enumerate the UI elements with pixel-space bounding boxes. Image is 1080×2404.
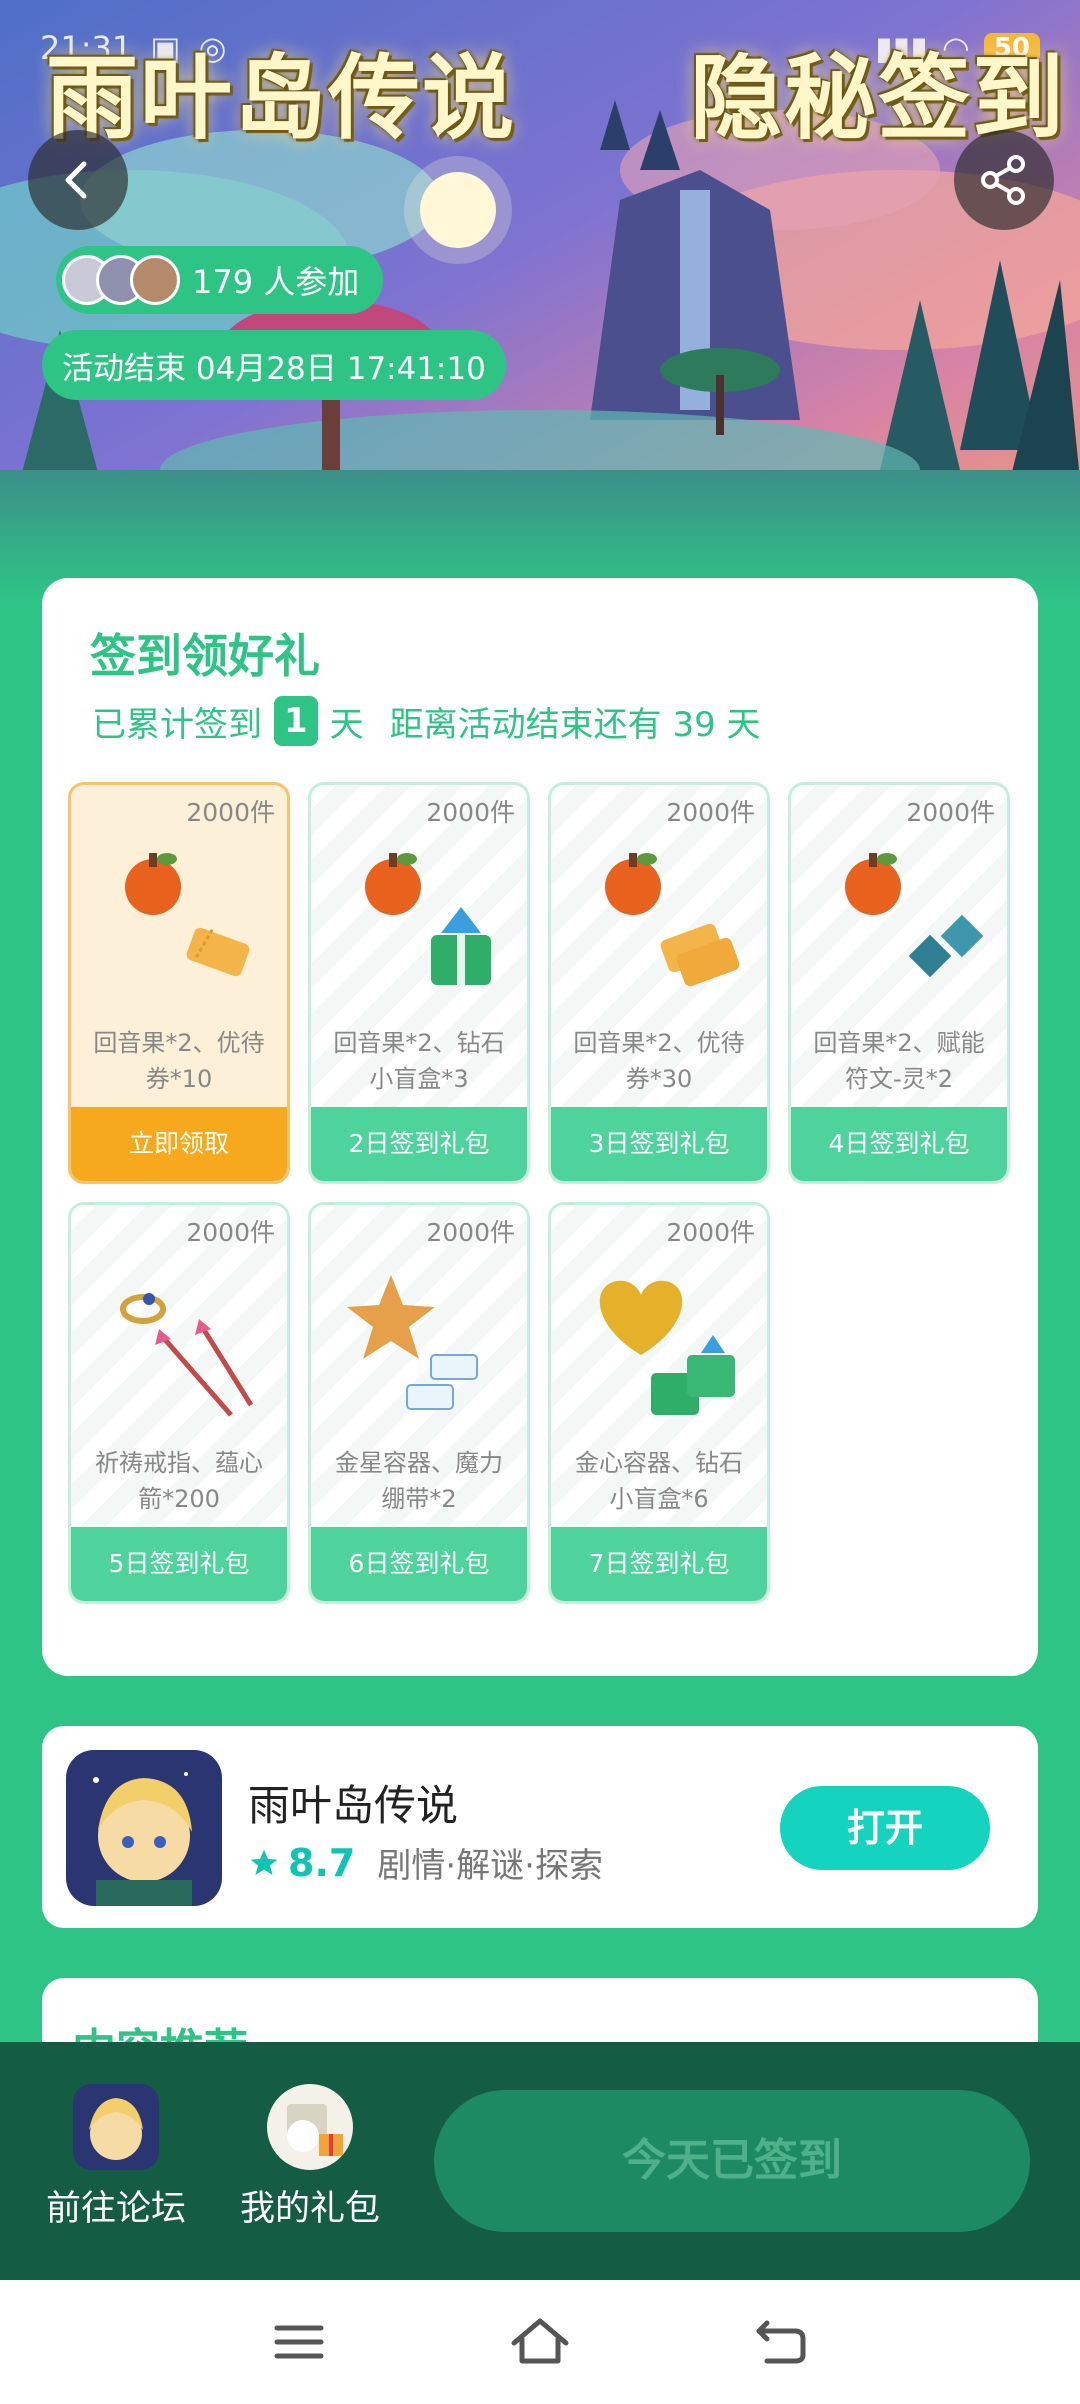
- share-button[interactable]: [954, 130, 1054, 230]
- sign-in-card: 签到领好礼 已累计签到 1 天 距离活动结束还有 39 天 2000件 回音果*…: [42, 578, 1038, 1676]
- gift-day-6-label: 6日签到礼包: [311, 1527, 527, 1601]
- game-app-meta: 8.7 剧情·解谜·探索: [248, 1838, 603, 1887]
- star-icon: [250, 1849, 278, 1875]
- gift-description: 回音果*2、钻石小盲盒*3: [333, 1029, 505, 1093]
- sign-in-title: 签到领好礼: [90, 629, 320, 683]
- heart-container-and-diamond-boxes-icon: [599, 1280, 735, 1415]
- signed-days-count: 1: [274, 696, 318, 746]
- claim-now-button[interactable]: 立即领取: [71, 1107, 287, 1181]
- system-nav-bar: [0, 2280, 1080, 2404]
- gift-stock: 2000件: [186, 1218, 275, 1247]
- chevron-left-icon: [65, 161, 87, 199]
- gift-day-6[interactable]: 2000件 金星容器、魔力绷带*2 6日签到礼包: [308, 1202, 530, 1604]
- gift-stock: 2000件: [666, 1218, 755, 1247]
- sign-in-progress: 已累计签到 1 天 距离活动结束还有 39 天: [92, 696, 761, 746]
- signed-days-unit: 天: [329, 704, 364, 745]
- go-to-forum-button[interactable]: 前往论坛: [46, 2084, 186, 2231]
- home-icon[interactable]: [508, 2315, 572, 2369]
- gift-day-5[interactable]: 2000件 祈祷戒指、蕴心箭*200 5日签到礼包: [68, 1202, 290, 1604]
- gift-stock: 2000件: [426, 798, 515, 827]
- gift-day-7[interactable]: 2000件 金心容器、钻石小盲盒*6 7日签到礼包: [548, 1202, 770, 1604]
- event-banner: 21:31 ▣ ◎ ▮▮▮ ◠ 50 雨叶岛传说 隐秘签到 179 人参加 活动…: [0, 0, 1080, 600]
- gift-day-1[interactable]: 2000件 回音果*2、优待券*10 立即领取: [68, 782, 290, 1184]
- star-container-and-bandage-icon: [347, 1275, 478, 1410]
- gift-description: 回音果*2、优待券*10: [93, 1029, 265, 1093]
- gift-stock: 2000件: [426, 1218, 515, 1247]
- event-end-time: 活动结束 04月28日 17:41:10: [42, 330, 506, 400]
- gift-description: 回音果*2、赋能符文-灵*2: [813, 1029, 985, 1093]
- menu-icon[interactable]: [271, 2318, 327, 2366]
- gift-day-2[interactable]: 2000件 回音果*2、钻石小盲盒*3 2日签到礼包: [308, 782, 530, 1184]
- my-gifts-button[interactable]: 我的礼包: [240, 2084, 380, 2231]
- signed-today-button[interactable]: 今天已签到: [434, 2090, 1030, 2232]
- game-title: 雨叶岛传说: [46, 45, 517, 152]
- gift-day-4-label: 4日签到礼包: [791, 1107, 1007, 1181]
- gift-description: 回音果*2、优待券*30: [573, 1029, 745, 1093]
- gift-bag-icon: [267, 2084, 353, 2170]
- echo-fruit-and-rune-icon: [845, 853, 984, 978]
- game-app-icon: [66, 1750, 222, 1906]
- gift-stock: 2000件: [666, 798, 755, 827]
- game-app-card[interactable]: 雨叶岛传说 8.7 剧情·解谜·探索 打开: [42, 1726, 1038, 1928]
- gift-day-5-label: 5日签到礼包: [71, 1527, 287, 1601]
- bottom-action-bar: 前往论坛 我的礼包 今天已签到: [0, 2042, 1080, 2280]
- signed-days-prefix: 已累计签到: [92, 704, 262, 745]
- go-to-forum-label: 前往论坛: [46, 2189, 187, 2229]
- echo-fruit-and-diamond-box-icon: [365, 853, 491, 985]
- gift-day-2-label: 2日签到礼包: [311, 1107, 527, 1181]
- forum-icon: [73, 2084, 159, 2170]
- game-tags: 剧情·解谜·探索: [377, 1846, 603, 1886]
- gift-day-3-label: 3日签到礼包: [551, 1107, 767, 1181]
- echo-fruit-and-voucher-icon: [125, 853, 250, 977]
- open-game-button[interactable]: 打开: [780, 1786, 990, 1870]
- participant-avatars: [62, 255, 180, 305]
- gift-description: 祈祷戒指、蕴心箭*200: [95, 1449, 263, 1513]
- my-gifts-label: 我的礼包: [240, 2189, 381, 2229]
- event-remaining-days: 距离活动结束还有 39 天: [389, 704, 761, 745]
- game-rating: 8.7: [288, 1840, 356, 1885]
- participants-count: 179 人参加: [192, 263, 360, 301]
- game-app-name: 雨叶岛传说: [248, 1781, 459, 1830]
- gift-day-7-label: 7日签到礼包: [551, 1527, 767, 1601]
- gift-stock: 2000件: [186, 798, 275, 827]
- back-nav-icon[interactable]: [753, 2317, 809, 2367]
- gift-description: 金心容器、钻石小盲盒*6: [575, 1449, 743, 1513]
- gift-day-3[interactable]: 2000件 回音果*2、优待券*30 3日签到礼包: [548, 782, 770, 1184]
- participants-badge[interactable]: 179 人参加: [56, 246, 384, 314]
- gift-day-4[interactable]: 2000件 回音果*2、赋能符文-灵*2 4日签到礼包: [788, 782, 1010, 1184]
- echo-fruit-and-vouchers-icon: [605, 853, 740, 987]
- gift-description: 金星容器、魔力绷带*2: [335, 1449, 503, 1513]
- back-button[interactable]: [28, 130, 128, 230]
- gift-stock: 2000件: [906, 798, 995, 827]
- avatar: [130, 255, 180, 305]
- share-icon: [981, 155, 1025, 205]
- ring-and-arrows-icon: [120, 1293, 254, 1417]
